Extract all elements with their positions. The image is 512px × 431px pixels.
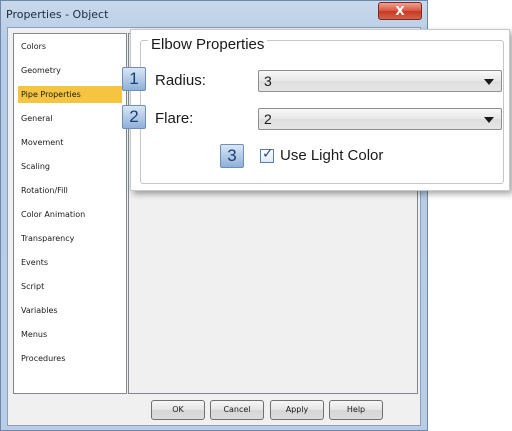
elbow-properties-zoom-callout: Elbow Properties 1 Radius: 3 2 Flare: 2 … xyxy=(122,29,510,191)
callout-number-1: 1 xyxy=(122,67,146,91)
group-title: Elbow Properties xyxy=(148,36,268,53)
sidebar-item-procedures[interactable]: Procedures xyxy=(18,350,122,367)
sidebar-item-events[interactable]: Events xyxy=(18,254,122,271)
apply-button[interactable]: Apply xyxy=(270,400,324,420)
sidebar-item-variables[interactable]: Variables xyxy=(18,302,122,319)
cancel-button[interactable]: Cancel xyxy=(210,400,264,420)
sidebar-item-movement[interactable]: Movement xyxy=(18,134,122,151)
close-button[interactable]: X xyxy=(378,2,422,20)
chevron-down-icon xyxy=(484,79,494,85)
category-list: Colors Geometry Pipe Properties General … xyxy=(13,33,127,394)
flare-label: Flare: xyxy=(155,110,194,127)
radius-label: Radius: xyxy=(155,72,206,89)
flare-value: 2 xyxy=(264,111,272,127)
chevron-down-icon xyxy=(484,117,494,123)
close-icon: X xyxy=(395,4,405,18)
flare-dropdown[interactable]: 2 xyxy=(258,108,502,130)
sidebar-item-script[interactable]: Script xyxy=(18,278,122,295)
sidebar-item-transparency[interactable]: Transparency xyxy=(18,230,122,247)
callout-number-2: 2 xyxy=(122,105,146,129)
sidebar-item-pipe-properties[interactable]: Pipe Properties xyxy=(18,86,122,103)
sidebar-item-scaling[interactable]: Scaling xyxy=(18,158,122,175)
radius-dropdown[interactable]: 3 xyxy=(258,70,502,92)
window-title: Properties - Object xyxy=(6,8,109,21)
use-light-color-label[interactable]: Use Light Color xyxy=(280,147,383,164)
sidebar-item-colors[interactable]: Colors xyxy=(18,38,122,55)
help-button[interactable]: Help xyxy=(329,400,383,420)
sidebar-item-rotation-fill[interactable]: Rotation/Fill xyxy=(18,182,122,199)
checkmark-icon: ✓ xyxy=(262,146,274,162)
use-light-color-checkbox[interactable]: ✓ xyxy=(260,146,274,163)
sidebar-item-geometry[interactable]: Geometry xyxy=(18,62,122,79)
radius-value: 3 xyxy=(264,73,272,89)
ok-button[interactable]: OK xyxy=(151,400,205,420)
callout-number-3: 3 xyxy=(220,144,244,168)
sidebar-item-general[interactable]: General xyxy=(18,110,122,127)
title-bar[interactable]: Properties - Object X xyxy=(1,1,427,27)
sidebar-item-color-animation[interactable]: Color Animation xyxy=(18,206,122,223)
sidebar-item-menus[interactable]: Menus xyxy=(18,326,122,343)
